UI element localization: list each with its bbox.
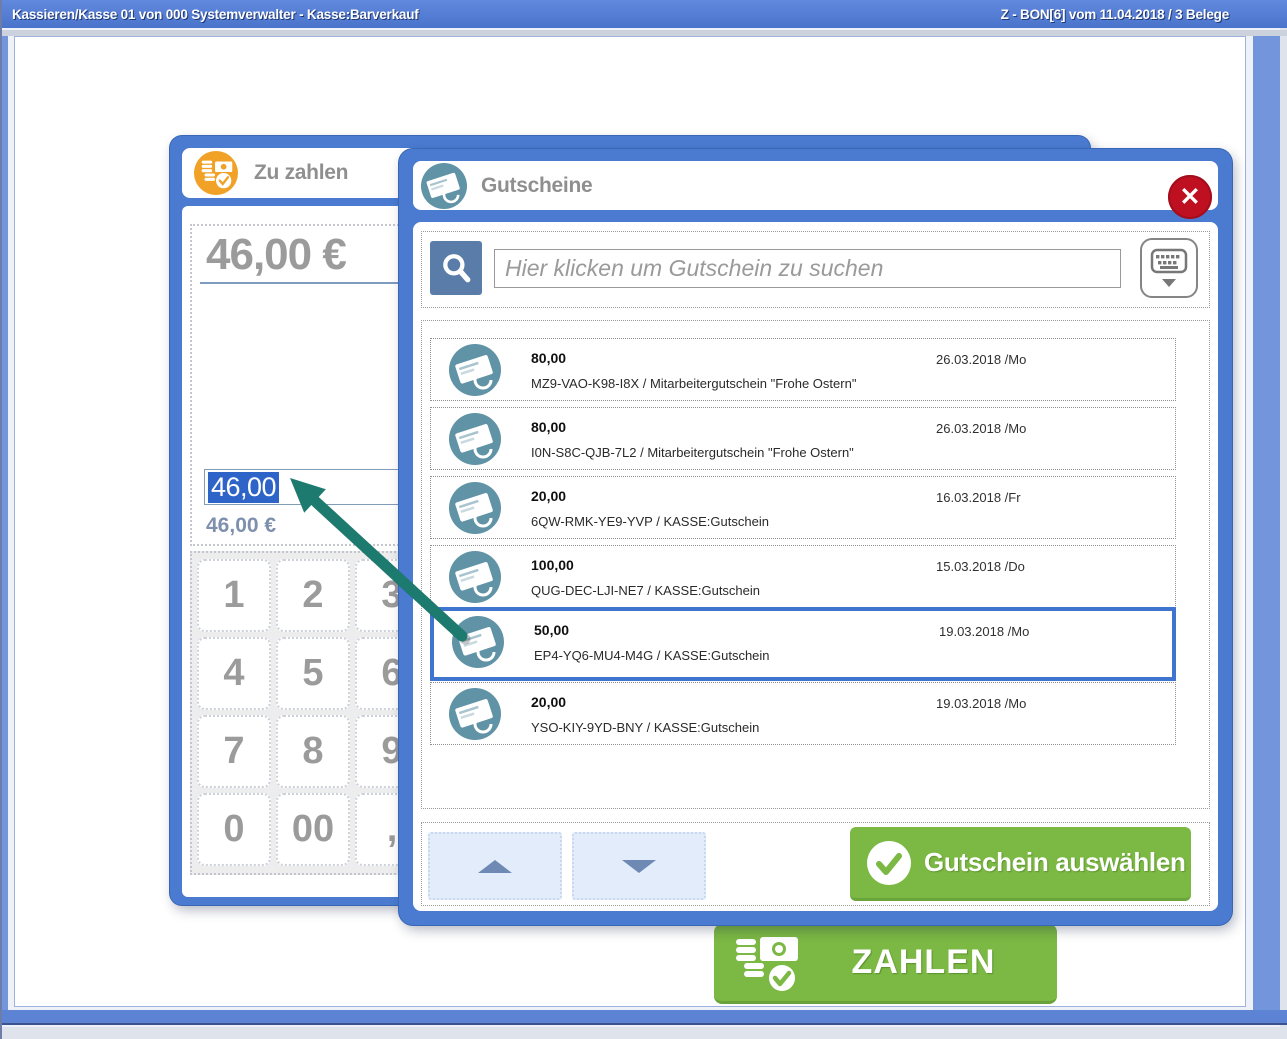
voucher-dialog-header: Gutscheine ✕	[413, 161, 1218, 210]
voucher-date: 19.03.2018 /Mo	[936, 696, 1026, 711]
keyboard-icon	[1148, 246, 1190, 290]
voucher-code: MZ9-VAO-K98-I8X / Mitarbeitergutschein "…	[531, 376, 856, 391]
window-title: Kassieren/Kasse 01 von 000 Systemverwalt…	[12, 7, 419, 22]
pay-button-label: ZAHLEN	[804, 943, 1043, 982]
voucher-icon	[449, 482, 501, 539]
voucher-amount: 100,00	[531, 557, 574, 573]
pay-dialog-title: Zu zahlen	[254, 161, 348, 185]
voucher-icon	[421, 163, 467, 209]
window-frame	[0, 0, 2, 1039]
window-frame	[0, 1010, 1287, 1025]
search-icon	[440, 252, 472, 284]
voucher-dialog-body: 80,00 MZ9-VAO-K98-I8X / Mitarbeitergutsc…	[413, 222, 1218, 911]
voucher-code: QUG-DEC-LJI-NE7 / KASSE:Gutschein	[531, 583, 760, 598]
voucher-icon	[449, 688, 501, 745]
window-frame	[2, 30, 8, 1015]
voucher-code: YSO-KIY-9YD-BNY / KASSE:Gutschein	[531, 720, 759, 735]
amount-sub: 46,00 €	[206, 514, 276, 538]
voucher-row[interactable]: 80,00 MZ9-VAO-K98-I8X / Mitarbeitergutsc…	[430, 338, 1176, 401]
voucher-icon	[449, 413, 501, 470]
voucher-amount: 80,00	[531, 419, 566, 435]
voucher-row[interactable]: 100,00 QUG-DEC-LJI-NE7 / KASSE:Gutschein…	[430, 545, 1176, 608]
voucher-row[interactable]: 20,00 6QW-RMK-YE9-YVP / KASSE:Gutschein …	[430, 476, 1176, 539]
search-section	[421, 231, 1210, 308]
voucher-date: 19.03.2018 /Mo	[939, 624, 1029, 639]
up-arrow-icon	[478, 860, 512, 873]
voucher-icon	[452, 616, 504, 673]
pos-app-window: Kassieren/Kasse 01 von 000 Systemverwalt…	[0, 0, 1287, 1039]
voucher-amount: 20,00	[531, 488, 566, 504]
keyboard-button[interactable]	[1140, 238, 1198, 298]
voucher-date: 15.03.2018 /Do	[936, 559, 1025, 574]
voucher-icon	[449, 344, 501, 401]
amount-due: 46,00 €	[206, 230, 346, 280]
voucher-list: 80,00 MZ9-VAO-K98-I8X / Mitarbeitergutsc…	[421, 320, 1210, 809]
voucher-amount: 80,00	[531, 350, 566, 366]
select-voucher-button[interactable]: Gutschein auswählen	[850, 827, 1191, 901]
numpad-key-5[interactable]: 5	[276, 637, 350, 710]
money-check-icon	[730, 931, 804, 995]
voucher-code: I0N-S8C-QJB-7L2 / Mitarbeitergutschein "…	[531, 445, 854, 460]
voucher-icon	[449, 551, 501, 608]
voucher-code: 6QW-RMK-YE9-YVP / KASSE:Gutschein	[531, 514, 769, 529]
voucher-scroll-up-button[interactable]	[428, 832, 562, 900]
pay-orange-icon	[194, 151, 238, 195]
voucher-date: 26.03.2018 /Mo	[936, 352, 1026, 367]
numpad-key-2[interactable]: 2	[276, 559, 350, 632]
select-voucher-label: Gutschein auswählen	[924, 847, 1186, 878]
check-icon	[866, 840, 912, 886]
voucher-dialog: Gutscheine ✕	[399, 149, 1232, 925]
down-arrow-icon	[622, 860, 656, 873]
numpad-key-7[interactable]: 7	[197, 715, 271, 788]
voucher-row[interactable]: 20,00 YSO-KIY-9YD-BNY / KASSE:Gutschein …	[430, 682, 1176, 745]
numpad-key-8[interactable]: 8	[276, 715, 350, 788]
numpad-key-0[interactable]: 0	[197, 793, 271, 866]
window-frame	[0, 1027, 1287, 1039]
bon-status: Z - BON[6] vom 11.04.2018 / 3 Belege	[1001, 7, 1229, 22]
voucher-row[interactable]: 80,00 I0N-S8C-QJB-7L2 / Mitarbeitergutsc…	[430, 407, 1176, 470]
title-bar-divider	[0, 30, 1287, 36]
voucher-amount: 20,00	[531, 694, 566, 710]
window-frame	[1253, 30, 1280, 1015]
voucher-code: EP4-YQ6-MU4-M4G / KASSE:Gutschein	[534, 648, 770, 663]
numpad-key-00[interactable]: 00	[276, 793, 350, 866]
close-icon[interactable]: ✕	[1168, 175, 1212, 219]
voucher-row-selected[interactable]: 50,00 EP4-YQ6-MU4-M4G / KASSE:Gutschein …	[430, 607, 1176, 681]
search-button[interactable]	[430, 241, 482, 295]
voucher-search-input[interactable]	[494, 249, 1121, 288]
pay-button[interactable]: ZAHLEN	[714, 924, 1057, 1004]
voucher-dialog-title: Gutscheine	[481, 174, 592, 198]
window-frame	[1280, 0, 1287, 1039]
voucher-amount: 50,00	[534, 622, 569, 638]
voucher-date: 16.03.2018 /Fr	[936, 490, 1021, 505]
voucher-scroll-down-button[interactable]	[572, 832, 706, 900]
numpad-key-4[interactable]: 4	[197, 637, 271, 710]
amount-input-selected-text: 46,00	[208, 472, 279, 503]
voucher-date: 26.03.2018 /Mo	[936, 421, 1026, 436]
window-frame	[1246, 36, 1253, 1015]
numpad-key-1[interactable]: 1	[197, 559, 271, 632]
voucher-actions: Gutschein auswählen	[421, 822, 1210, 906]
title-bar: Kassieren/Kasse 01 von 000 Systemverwalt…	[0, 0, 1287, 28]
